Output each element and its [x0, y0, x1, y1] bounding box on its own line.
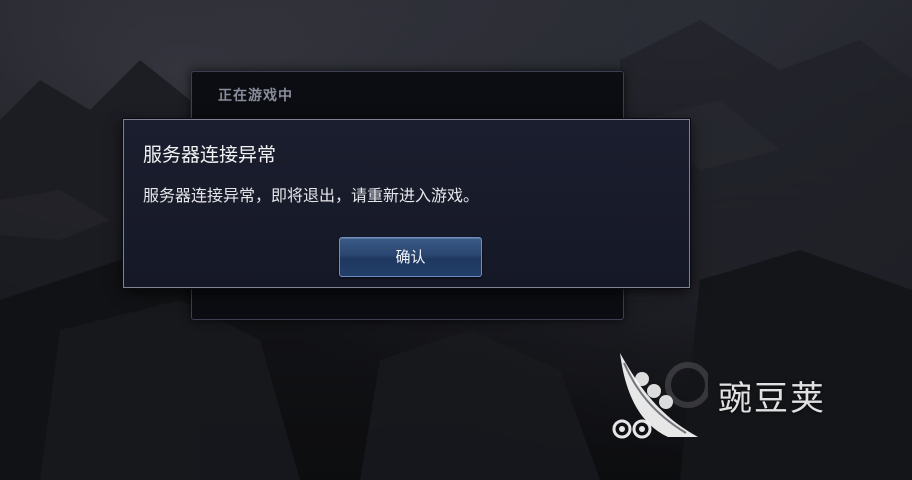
server-error-dialog: 服务器连接异常 服务器连接异常，即将退出，请重新进入游戏。 确认 [123, 119, 690, 288]
peapod-logo-icon [612, 353, 708, 439]
in-game-status-title: 正在游戏中 [218, 88, 293, 104]
wandoujia-watermark: 豌豆荚 [608, 345, 908, 440]
watermark-text: 豌豆荚 [718, 379, 826, 419]
dialog-title: 服务器连接异常 [143, 144, 277, 166]
dialog-message: 服务器连接异常，即将退出，请重新进入游戏。 [143, 186, 480, 205]
confirm-button[interactable]: 确认 [339, 237, 482, 277]
